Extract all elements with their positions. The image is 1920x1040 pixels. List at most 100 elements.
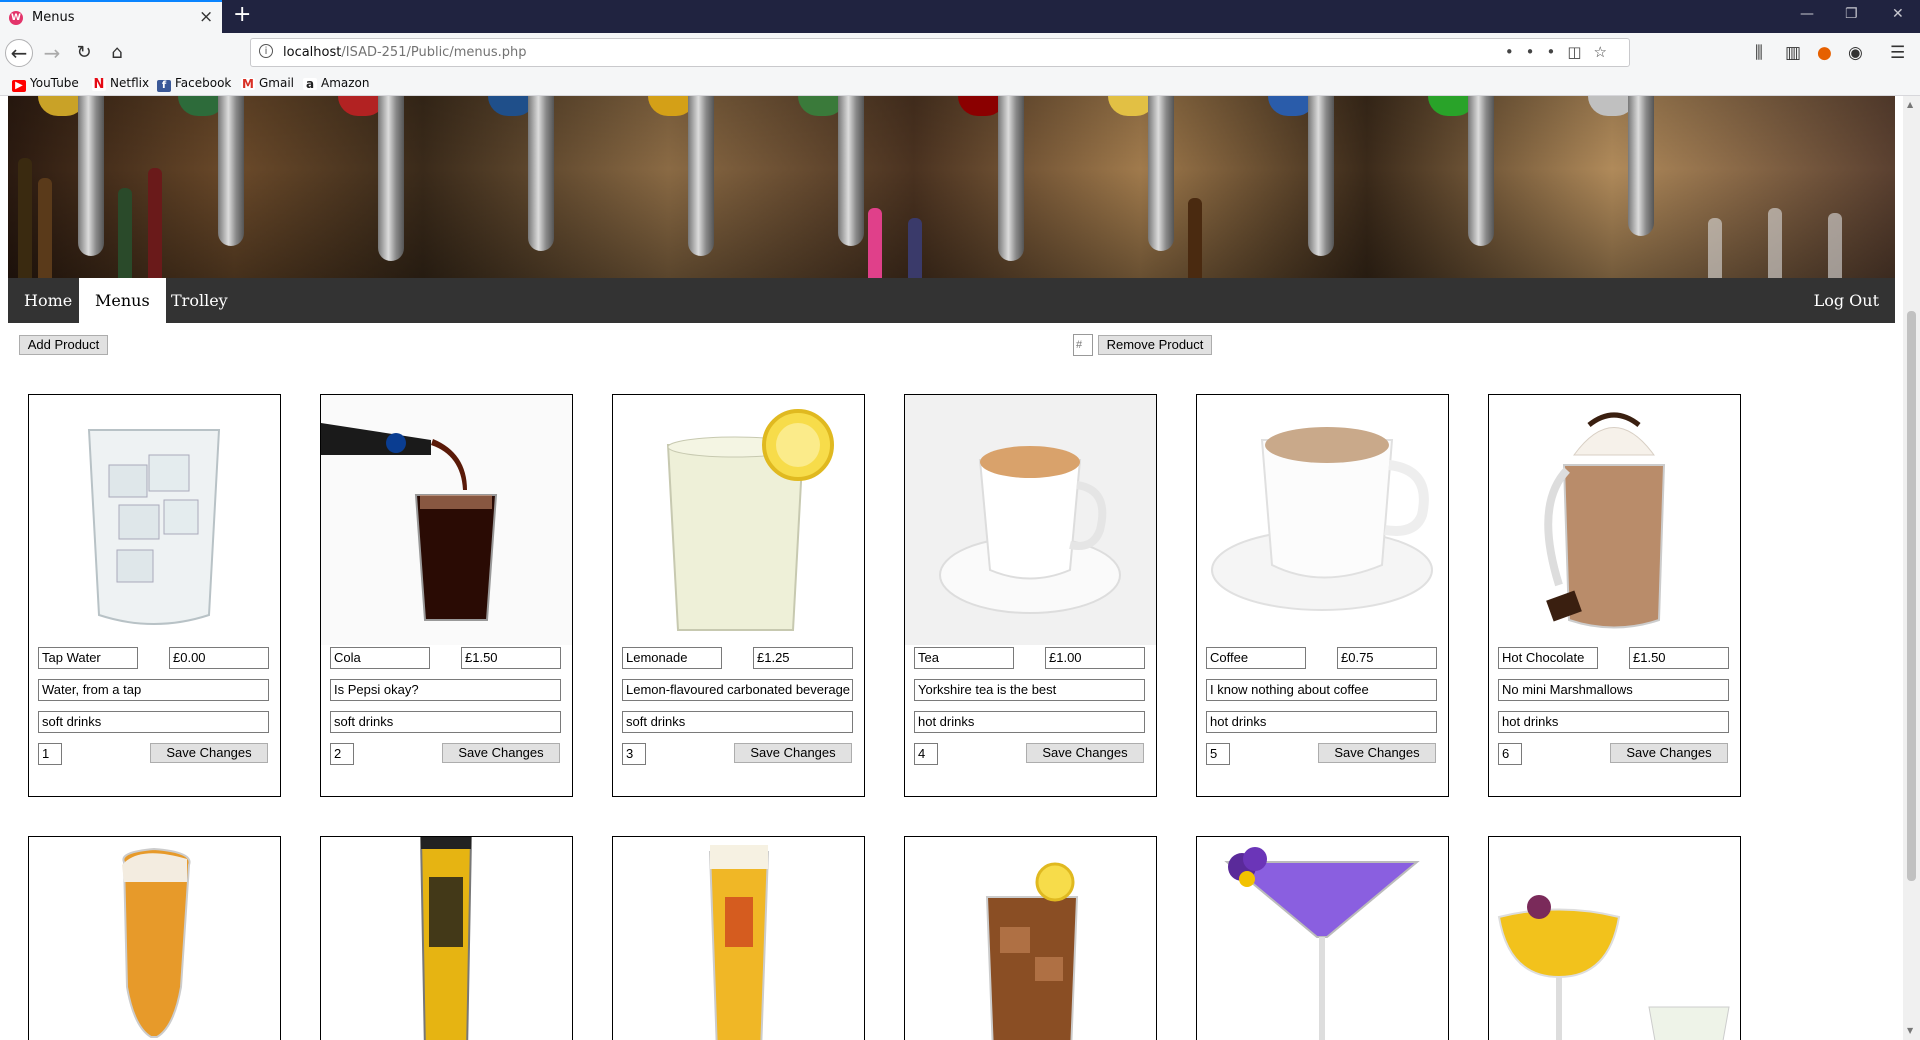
product-name-input[interactable]: Cola bbox=[330, 647, 430, 669]
product-id-input[interactable]: 3 bbox=[622, 743, 646, 765]
forward-icon[interactable]: → bbox=[38, 39, 66, 67]
save-changes-button[interactable]: Save Changes bbox=[150, 743, 268, 763]
info-icon[interactable]: i bbox=[259, 44, 273, 58]
library-icon[interactable]: ⫼ bbox=[1755, 43, 1763, 63]
pocket-icon[interactable]: ◫ bbox=[1567, 43, 1593, 61]
product-category-input[interactable]: hot drinks bbox=[1206, 711, 1437, 733]
scrollbar-thumb[interactable] bbox=[1907, 311, 1916, 881]
tea-cup-image bbox=[905, 395, 1156, 645]
product-category-input[interactable]: hot drinks bbox=[1498, 711, 1729, 733]
new-tab-icon[interactable]: + bbox=[233, 2, 251, 27]
beer-glass-image bbox=[29, 837, 280, 1040]
url-bar[interactable]: i localhost/ISAD-251/Public/menus.php ••… bbox=[250, 38, 1630, 67]
star-icon[interactable]: ☆ bbox=[1594, 43, 1619, 61]
product-card: Cola £1.50 Is Pepsi okay? soft drinks 2 … bbox=[320, 394, 573, 797]
product-card: Tea £1.00 Yorkshire tea is the best hot … bbox=[904, 394, 1157, 797]
product-id-input[interactable]: 1 bbox=[38, 743, 62, 765]
bookmark-label: Netflix bbox=[110, 76, 150, 90]
page-viewport: Home Menus Trolley Log Out Add Product R… bbox=[0, 96, 1903, 1040]
product-price-input[interactable]: £1.50 bbox=[461, 647, 561, 669]
bookmark-amazon[interactable]: a Amazon bbox=[303, 76, 370, 90]
remove-product-button[interactable]: Remove Product bbox=[1098, 335, 1212, 355]
lager-glass-image bbox=[613, 837, 864, 1040]
product-price-input[interactable]: £0.75 bbox=[1337, 647, 1437, 669]
scroll-up-icon[interactable]: ▲ bbox=[1907, 100, 1913, 109]
purple-cocktail-image bbox=[1197, 837, 1448, 1040]
facebook-icon: f bbox=[157, 80, 171, 92]
bookmarks-bar: ▶ YouTube N Netflix f Facebook M Gmail a Amaz… bbox=[0, 73, 1920, 96]
tab-title: Menus bbox=[32, 10, 75, 25]
close-tab-icon[interactable]: × bbox=[199, 7, 213, 27]
nav-home[interactable]: Home bbox=[8, 278, 88, 323]
product-card bbox=[320, 836, 573, 1040]
home-icon[interactable]: ⌂ bbox=[103, 39, 131, 67]
gmail-icon: M bbox=[241, 77, 255, 91]
product-card: Hot Chocolate £1.50 No mini Marshmallows… bbox=[1488, 394, 1741, 797]
product-card: Coffee £0.75 I know nothing about coffee… bbox=[1196, 394, 1449, 797]
product-category-input[interactable]: soft drinks bbox=[330, 711, 561, 733]
product-description-input[interactable]: No mini Marshmallows bbox=[1498, 679, 1729, 701]
bookmark-youtube[interactable]: ▶ YouTube bbox=[12, 76, 79, 92]
product-category-input[interactable]: hot drinks bbox=[914, 711, 1145, 733]
account-icon[interactable]: ◉ bbox=[1848, 43, 1863, 63]
restore-icon[interactable]: ❐ bbox=[1845, 6, 1858, 22]
product-price-input[interactable]: £1.00 bbox=[1045, 647, 1145, 669]
browser-tabstrip: W Menus × + — ❐ ✕ bbox=[0, 0, 1920, 33]
product-id-input[interactable]: 4 bbox=[914, 743, 938, 765]
menu-icon[interactable]: ☰ bbox=[1890, 43, 1905, 63]
page-scrollbar[interactable]: ▲ ▼ bbox=[1903, 96, 1920, 1040]
back-icon[interactable]: ← bbox=[5, 39, 33, 67]
product-price-input[interactable]: £0.00 bbox=[169, 647, 269, 669]
bookmark-netflix[interactable]: N Netflix bbox=[92, 76, 149, 91]
nav-menus[interactable]: Menus bbox=[79, 278, 166, 323]
sidebar-icon[interactable]: ▥ bbox=[1785, 43, 1801, 63]
scroll-down-icon[interactable]: ▼ bbox=[1907, 1026, 1913, 1035]
product-description-input[interactable]: Lemon-flavoured carbonated beverage bbox=[622, 679, 853, 701]
browser-tab[interactable]: W Menus × bbox=[0, 0, 222, 33]
product-price-input[interactable]: £1.25 bbox=[753, 647, 853, 669]
reload-icon[interactable]: ↻ bbox=[70, 39, 98, 67]
cider-glass-image bbox=[321, 837, 572, 1040]
product-id-input[interactable]: 2 bbox=[330, 743, 354, 765]
product-description-input[interactable]: Yorkshire tea is the best bbox=[914, 679, 1145, 701]
more-actions-icon[interactable]: ••• bbox=[1505, 43, 1568, 61]
save-changes-button[interactable]: Save Changes bbox=[1610, 743, 1728, 763]
product-name-input[interactable]: Tap Water bbox=[38, 647, 138, 669]
product-category-input[interactable]: soft drinks bbox=[622, 711, 853, 733]
bookmark-gmail[interactable]: M Gmail bbox=[241, 76, 294, 90]
remove-id-input[interactable] bbox=[1073, 334, 1093, 356]
save-changes-button[interactable]: Save Changes bbox=[442, 743, 560, 763]
url-host: localhost bbox=[283, 45, 342, 60]
product-price-input[interactable]: £1.50 bbox=[1629, 647, 1729, 669]
save-changes-button[interactable]: Save Changes bbox=[734, 743, 852, 763]
product-card bbox=[612, 836, 865, 1040]
product-name-input[interactable]: Coffee bbox=[1206, 647, 1306, 669]
save-changes-button[interactable]: Save Changes bbox=[1318, 743, 1436, 763]
product-category-input[interactable]: soft drinks bbox=[38, 711, 269, 733]
product-id-input[interactable]: 5 bbox=[1206, 743, 1230, 765]
nav-logout[interactable]: Log Out bbox=[1798, 278, 1895, 323]
minimize-icon[interactable]: — bbox=[1800, 6, 1814, 22]
product-card bbox=[904, 836, 1157, 1040]
product-name-input[interactable]: Hot Chocolate bbox=[1498, 647, 1598, 669]
product-card bbox=[1196, 836, 1449, 1040]
bookmark-label: Gmail bbox=[259, 76, 295, 90]
product-description-input[interactable]: Is Pepsi okay? bbox=[330, 679, 561, 701]
product-description-input[interactable]: Water, from a tap bbox=[38, 679, 269, 701]
youtube-icon: ▶ bbox=[12, 80, 26, 92]
product-id-input[interactable]: 6 bbox=[1498, 743, 1522, 765]
product-name-input[interactable]: Tea bbox=[914, 647, 1014, 669]
url-text[interactable]: localhost/ISAD-251/Public/menus.php bbox=[283, 45, 527, 60]
product-card: Lemonade £1.25 Lemon-flavoured carbonate… bbox=[612, 394, 865, 797]
bookmark-label: Facebook bbox=[175, 76, 232, 90]
save-changes-button[interactable]: Save Changes bbox=[1026, 743, 1144, 763]
close-window-icon[interactable]: ✕ bbox=[1892, 6, 1904, 22]
main-nav: Home Menus Trolley Log Out bbox=[8, 278, 1895, 323]
nav-trolley[interactable]: Trolley bbox=[155, 278, 244, 323]
extension-icon[interactable]: ● bbox=[1817, 43, 1832, 63]
amazon-icon: a bbox=[303, 78, 317, 90]
bookmark-facebook[interactable]: f Facebook bbox=[157, 76, 231, 92]
product-description-input[interactable]: I know nothing about coffee bbox=[1206, 679, 1437, 701]
product-name-input[interactable]: Lemonade bbox=[622, 647, 722, 669]
add-product-button[interactable]: Add Product bbox=[19, 335, 108, 355]
